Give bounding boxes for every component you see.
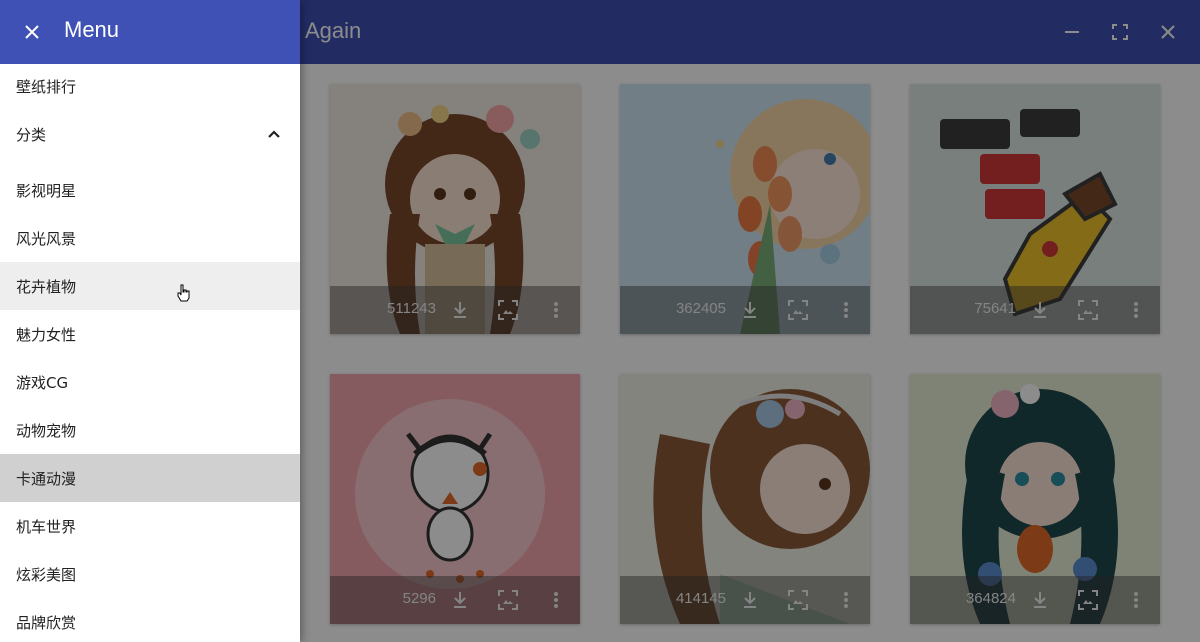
navigation-drawer: Menu 壁纸排行 分类 影视明星 风光风景 花卉植物 魅力女性 游戏CG 动物… (0, 0, 300, 642)
menu-item-label: 炫彩美图 (16, 565, 77, 584)
menu-item-label: 卡通动漫 (16, 469, 77, 488)
menu-item-label: 风光风景 (16, 229, 77, 248)
menu-item-animals-pets[interactable]: 动物宠物 (0, 406, 300, 454)
menu-item-game-cg[interactable]: 游戏CG (0, 358, 300, 406)
drawer-header: Menu (0, 0, 300, 64)
menu-item-categories[interactable]: 分类 (0, 110, 300, 158)
menu-item-label: 游戏CG (16, 373, 69, 392)
menu-item-charming-women[interactable]: 魅力女性 (0, 310, 300, 358)
menu-item-landscape[interactable]: 风光风景 (0, 214, 300, 262)
chevron-up-icon (268, 130, 280, 138)
menu-item-label: 魅力女性 (16, 325, 77, 344)
menu-item-label: 影视明星 (16, 181, 77, 200)
menu-item-label: 壁纸排行 (16, 77, 77, 96)
menu-item-colorful-images[interactable]: 炫彩美图 (0, 550, 300, 598)
menu-item-ranking[interactable]: 壁纸排行 (0, 62, 300, 110)
menu-item-label: 花卉植物 (16, 277, 77, 296)
menu-item-label: 机车世界 (16, 517, 77, 536)
menu-item-brands[interactable]: 品牌欣赏 (0, 598, 300, 642)
menu-item-vehicles[interactable]: 机车世界 (0, 502, 300, 550)
menu-item-cartoon-anime[interactable]: 卡通动漫 (0, 454, 300, 502)
menu-item-label: 动物宠物 (16, 421, 77, 440)
hand-cursor-icon (177, 284, 190, 302)
menu-item-film-stars[interactable]: 影视明星 (0, 166, 300, 214)
menu-item-label: 分类 (16, 125, 47, 144)
close-icon (25, 25, 39, 39)
drawer-close-button[interactable] (16, 16, 48, 48)
menu-item-flowers-plants[interactable]: 花卉植物 (0, 262, 300, 310)
menu-item-label: 品牌欣赏 (16, 613, 77, 632)
drawer-title: Menu (64, 17, 120, 42)
